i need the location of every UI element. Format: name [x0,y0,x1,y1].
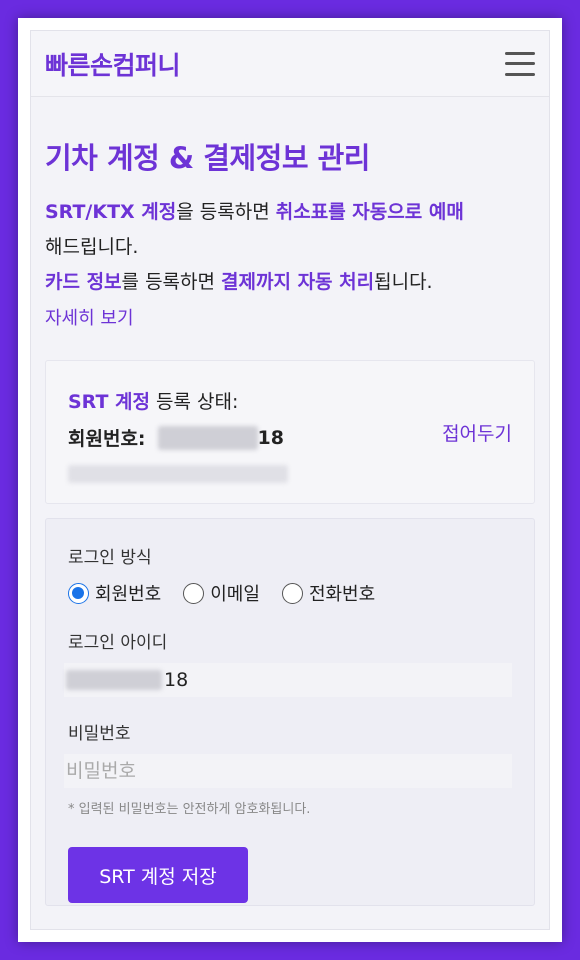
page-title: 기차 계정 & 결제정보 관리 [45,141,370,175]
radio-circle[interactable] [68,582,89,604]
radio-label: 회원번호 [95,584,162,605]
hamburger-icon[interactable] [505,51,535,76]
more-link[interactable]: 자세히 보기 [45,304,134,330]
hamburger-line [505,62,535,65]
member-number-label: 회원번호: [68,428,146,450]
radio-label: 전화번호 [308,584,376,605]
account-form: 로그인 방식 회원번호 이메일 전화번호 로그인 아이디 18 비밀번호 * 입… [45,518,535,906]
login-id-input[interactable]: 18 [64,663,512,697]
desc-text: 됩니다. [374,271,433,293]
masked-member-number [157,425,258,450]
hamburger-line [505,72,535,76]
brand-logo[interactable]: 빠른손컴퍼니 [45,46,181,82]
hamburger-line [505,51,535,55]
login-method-group: 회원번호 이메일 전화번호 [68,580,512,606]
password-hint: * 입력된 비밀번호는 안전하게 암호화됩니다. [68,802,311,817]
password-input[interactable] [64,754,512,788]
password-label: 비밀번호 [68,724,131,744]
collapse-button[interactable]: 접어두기 [442,419,512,446]
desc-highlight: SRT/KTX 계정 [45,201,177,223]
radio-member-number[interactable]: 회원번호 [68,580,161,606]
login-id-suffix: 18 [164,669,189,691]
desc-text: 해드립니다. [45,236,139,258]
status-label: 등록 상태: [150,391,239,413]
login-method-label: 로그인 방식 [68,548,152,568]
description-line-2: 카드 정보를 등록하면 결제까지 자동 처리됩니다. [45,265,535,300]
desc-text: 을 등록하면 [176,201,276,223]
description: SRT/KTX 계정을 등록하면 취소표를 자동으로 예매해드립니다. 카드 정… [45,195,535,300]
status-card: SRT 계정 등록 상태: 회원번호: 18 접어두기 [45,360,535,504]
radio-circle[interactable] [281,582,303,604]
page: 빠른손컴퍼니 기차 계정 & 결제정보 관리 SRT/KTX 계정을 등록하면 … [30,30,550,930]
radio-phone[interactable]: 전화번호 [281,580,376,606]
masked-status-row [68,465,512,487]
radio-circle[interactable] [183,582,205,604]
save-srt-account-button[interactable]: SRT 계정 저장 [68,847,248,903]
desc-highlight: 취소표를 자동으로 예매 [275,201,464,223]
status-heading: SRT 계정 등록 상태: [68,387,512,414]
description-line-1: SRT/KTX 계정을 등록하면 취소표를 자동으로 예매해드립니다. [45,195,535,265]
member-number-suffix: 18 [257,426,284,449]
login-id-label: 로그인 아이디 [68,633,168,653]
desc-highlight: 카드 정보 [45,271,122,293]
desc-text: 를 등록하면 [121,271,222,293]
radio-label: 이메일 [210,584,260,605]
radio-email[interactable]: 이메일 [183,580,260,606]
account-type: SRT 계정 [68,391,150,413]
navbar: 빠른손컴퍼니 [31,31,549,97]
masked-status-detail [68,465,288,483]
main-content: 기차 계정 & 결제정보 관리 SRT/KTX 계정을 등록하면 취소표를 자동… [31,135,549,906]
masked-login-id [66,670,162,690]
screenshot-frame: 빠른손컴퍼니 기차 계정 & 결제정보 관리 SRT/KTX 계정을 등록하면 … [18,18,562,942]
desc-highlight: 결제까지 자동 처리 [221,271,375,293]
